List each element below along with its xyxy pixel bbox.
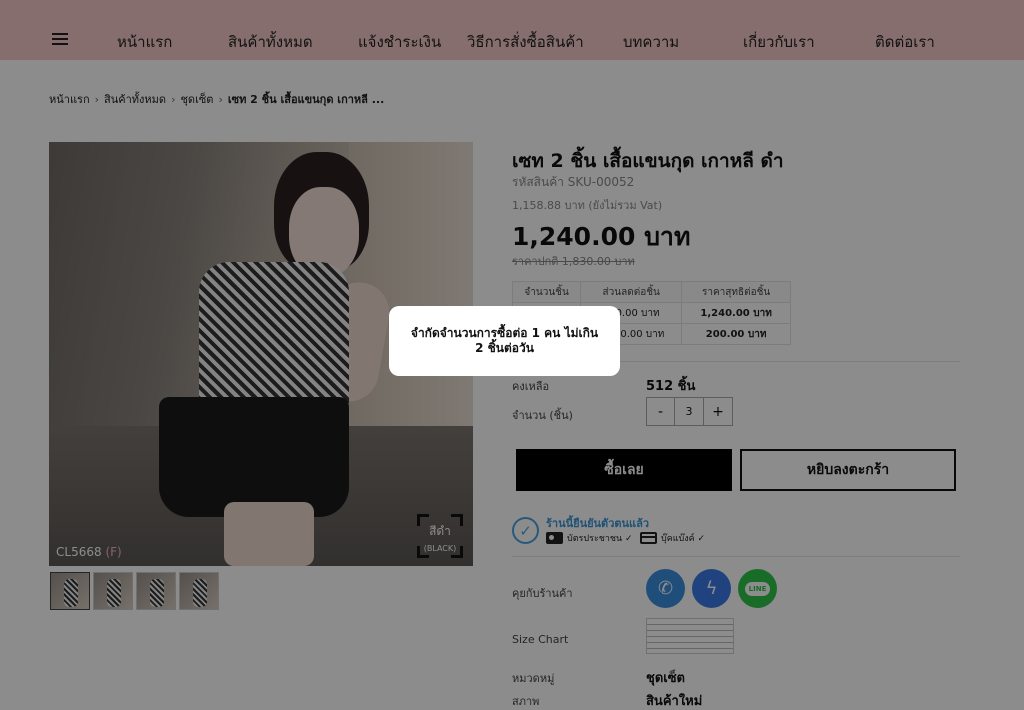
modal-message: จำกัดจำนวนการซื้อต่อ 1 คน ไม่เกิน 2 ชิ้น…: [410, 326, 599, 355]
purchase-limit-modal: จำกัดจำนวนการซื้อต่อ 1 คน ไม่เกิน 2 ชิ้น…: [389, 306, 620, 376]
